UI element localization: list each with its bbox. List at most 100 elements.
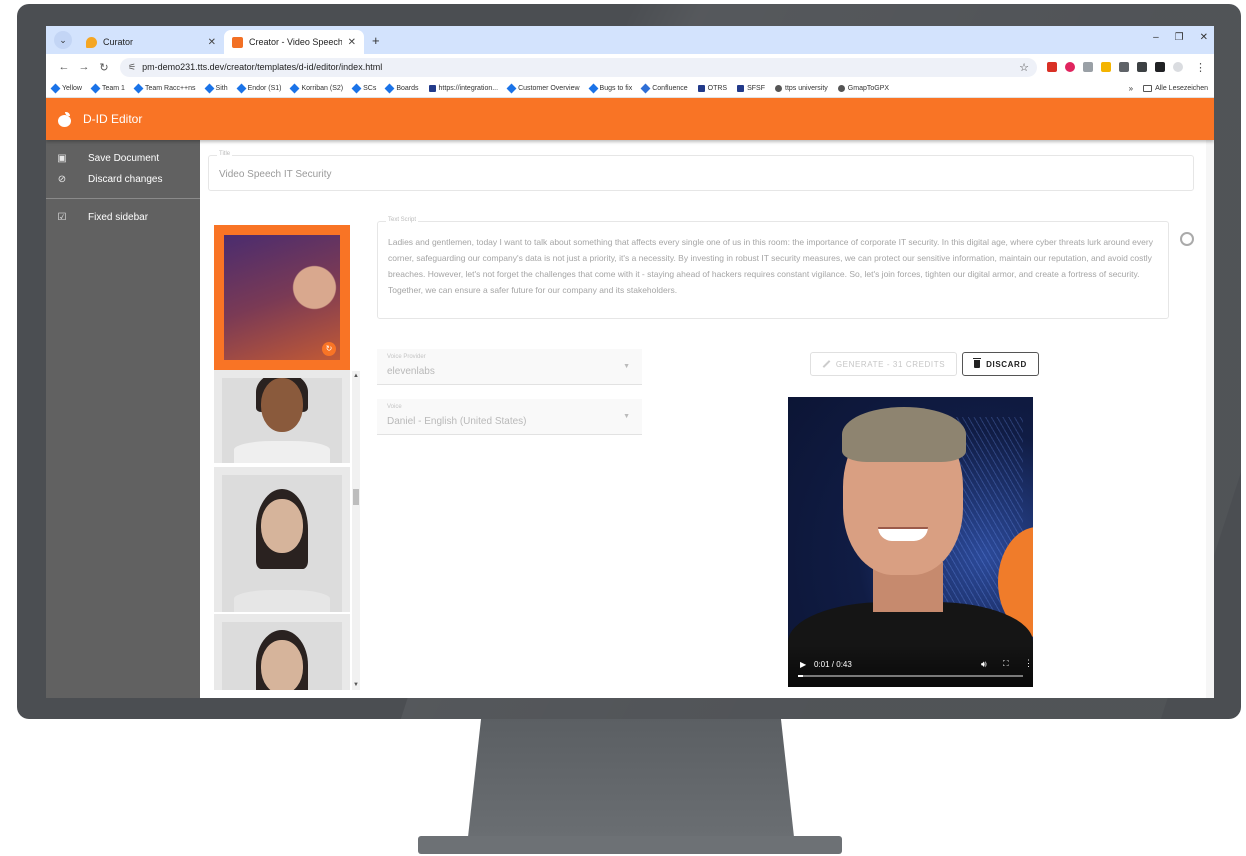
extension-icon[interactable]: [1047, 62, 1057, 72]
tab-close-icon[interactable]: ✕: [348, 37, 356, 48]
avatar-option[interactable]: [214, 370, 350, 463]
page-scrollbar[interactable]: [1206, 140, 1214, 698]
browser-menu-icon[interactable]: ⋮: [1195, 61, 1206, 74]
reload-icon[interactable]: ↻: [94, 61, 114, 74]
bookmark-star-icon[interactable]: ☆: [1019, 61, 1029, 74]
bookmarks-bar: Yellow Team 1 Team Racc++ns Sith Endor (…: [46, 80, 1214, 98]
close-window-icon[interactable]: ✕: [1200, 32, 1208, 43]
all-bookmarks-folder[interactable]: Alle Lesezeichen: [1143, 85, 1208, 92]
tab-creator[interactable]: Creator - Video Speech IT Secu ✕: [224, 30, 364, 54]
avatar-selected[interactable]: ↻: [214, 225, 350, 370]
site-info-icon[interactable]: ⚟: [128, 62, 136, 73]
bookmark-item[interactable]: Team Racc++ns: [133, 83, 196, 94]
screen: ⌄ Curator ✕ Creator - Video Speech IT Se…: [46, 26, 1214, 698]
tab-curator[interactable]: Curator ✕: [78, 30, 224, 54]
bookmarks-overflow-icon[interactable]: »: [1129, 84, 1133, 93]
sidebar-item-save[interactable]: ▣ Save Document: [46, 148, 200, 169]
editor-main: Title Video Speech IT Security ↻ ▲ ▼ Tex…: [200, 140, 1214, 698]
side-panel-icon[interactable]: [1155, 62, 1165, 72]
bookmark-item[interactable]: GmapToGPX: [837, 85, 889, 92]
bookmark-item[interactable]: ttps university: [775, 85, 828, 92]
volume-icon[interactable]: 🔊︎: [981, 659, 987, 670]
bookmark-item[interactable]: Customer Overview: [506, 83, 580, 94]
magic-wand-icon: [822, 360, 831, 368]
forward-icon[interactable]: →: [74, 61, 94, 73]
bookmark-item[interactable]: OTRS: [697, 85, 727, 92]
avatar-option[interactable]: [214, 614, 350, 690]
globe-icon: [775, 85, 782, 92]
minimize-icon[interactable]: –: [1153, 32, 1159, 43]
avatar-photo: [222, 475, 342, 612]
reading-list-icon[interactable]: [1137, 62, 1147, 72]
title-field[interactable]: Title Video Speech IT Security: [208, 151, 1194, 191]
text-script-field[interactable]: Text Script Ladies and gentlemen, today …: [377, 217, 1169, 319]
creator-favicon-icon: [232, 36, 243, 48]
bookmark-item[interactable]: Sith: [204, 83, 228, 94]
diamond-icon: [506, 83, 517, 94]
video-progress-fill: [798, 675, 803, 677]
voice-select[interactable]: Voice Daniel - English (United States) ▼: [377, 399, 642, 435]
voice-provider-select[interactable]: Voice Provider elevenlabs ▼: [377, 349, 642, 385]
bookmark-item[interactable]: Bugs to fix: [588, 83, 632, 94]
sidebar-item-discard[interactable]: ⊘ Discard changes: [46, 169, 200, 190]
video-time: 0:01 / 0:43: [814, 660, 852, 669]
generate-button[interactable]: GENERATE - 31 CREDITS: [810, 352, 957, 376]
puzzle-icon[interactable]: [1119, 62, 1129, 72]
app-header: D-ID Editor: [46, 98, 1214, 140]
checkbox-icon: ☑: [57, 212, 67, 223]
folder-icon: [1143, 85, 1153, 92]
browser-tabstrip: ⌄ Curator ✕ Creator - Video Speech IT Se…: [46, 26, 1214, 54]
scroll-up-icon[interactable]: ▲: [352, 373, 360, 379]
trash-icon: [973, 358, 982, 368]
diamond-icon: [90, 83, 101, 94]
pocket-icon[interactable]: [1065, 62, 1075, 72]
scroll-thumb[interactable]: [353, 489, 359, 505]
video-progress-track[interactable]: [798, 675, 1023, 677]
bookmark-item[interactable]: Korriban (S2): [290, 83, 343, 94]
globe-icon: [837, 85, 845, 92]
refresh-icon[interactable]: ↻: [322, 342, 336, 356]
tab-search-icon[interactable]: ⌄: [54, 31, 72, 49]
text-script-label: Text Script: [386, 217, 419, 223]
discard-button[interactable]: DISCARD: [962, 352, 1039, 376]
presenter-smile: [878, 527, 928, 541]
fullscreen-icon[interactable]: ⛶: [1003, 659, 1009, 669]
profile-icon[interactable]: [1173, 62, 1183, 72]
discard-label: DISCARD: [986, 359, 1027, 369]
bookmark-item[interactable]: Boards: [384, 83, 419, 94]
voice-label: Voice: [387, 404, 402, 410]
monitor-stand: [468, 719, 794, 837]
tab-close-icon[interactable]: ✕: [208, 37, 216, 48]
bookmark-item[interactable]: Confluence: [640, 83, 688, 94]
more-options-icon[interactable]: ⋮: [1024, 658, 1033, 669]
url-input[interactable]: ⚟ pm-demo231.tts.dev/creator/templates/d…: [120, 57, 1037, 77]
peach-logo-icon: [58, 111, 71, 127]
sidebar-item-fixed-sidebar[interactable]: ☑ Fixed sidebar: [46, 207, 200, 228]
back-icon[interactable]: ←: [54, 61, 74, 73]
notes-icon[interactable]: [1101, 62, 1111, 72]
avatar-option[interactable]: [214, 467, 350, 612]
title-value: Video Speech IT Security: [219, 169, 332, 180]
bookmark-item[interactable]: Team 1: [90, 83, 125, 94]
bookmark-item[interactable]: https://integration...: [428, 85, 498, 92]
avatar-scrollbar[interactable]: ▲ ▼: [352, 371, 360, 690]
chevron-down-icon: ▼: [623, 363, 630, 370]
avatar-photo: ↻: [224, 235, 340, 360]
bookmark-item[interactable]: Yellow: [50, 83, 82, 94]
app-body: ▣ Save Document ⊘ Discard changes ☑ Fixe…: [46, 140, 1214, 698]
camera-icon[interactable]: [1083, 62, 1093, 72]
bookmark-item[interactable]: SFSF: [737, 85, 765, 92]
bookmark-item[interactable]: Endor (S1): [236, 83, 281, 94]
scroll-down-icon[interactable]: ▼: [352, 682, 360, 688]
play-icon[interactable]: ▶: [800, 660, 806, 669]
diamond-icon: [588, 83, 598, 94]
video-player[interactable]: ▶ 0:01 / 0:43 🔊︎ ⛶ ⋮: [788, 397, 1033, 687]
sidebar-item-label: Save Document: [88, 153, 160, 164]
diamond-icon: [133, 83, 144, 94]
restore-icon[interactable]: ❐: [1175, 32, 1184, 43]
confluence-icon: [640, 83, 651, 94]
bookmark-item[interactable]: SCs: [351, 83, 376, 94]
tab-title: Creator - Video Speech IT Secu: [249, 37, 342, 47]
new-tab-icon[interactable]: +: [364, 30, 388, 54]
openai-icon[interactable]: [1180, 232, 1194, 246]
